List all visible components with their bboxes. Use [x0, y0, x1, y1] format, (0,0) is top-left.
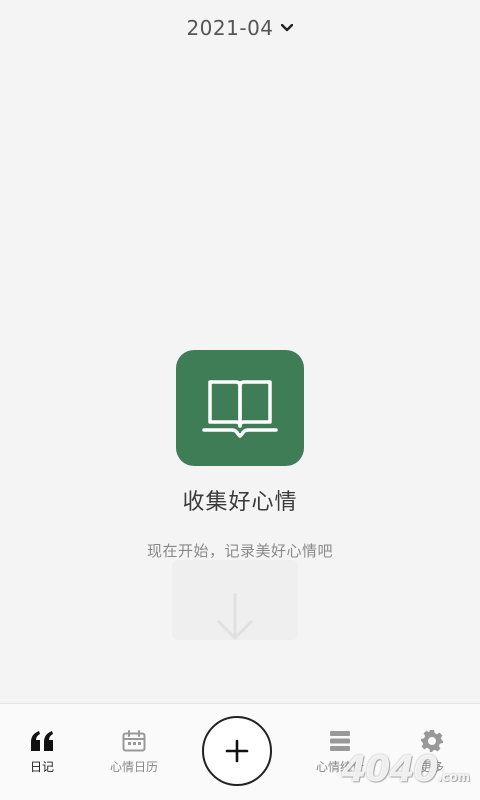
- site-watermark: 4040.com: [341, 749, 470, 790]
- calendar-icon: [94, 728, 174, 754]
- nav-label: 日记: [29, 760, 54, 774]
- quote-icon: [2, 728, 82, 754]
- chevron-down-icon: [280, 21, 294, 35]
- month-label: 2021-04: [186, 16, 274, 40]
- book-icon: [176, 350, 304, 466]
- empty-subtitle: 现在开始，记录美好心情吧: [146, 542, 333, 560]
- month-selector[interactable]: 2021-04: [0, 16, 480, 40]
- add-entry-button[interactable]: [202, 716, 272, 786]
- nav-item-diary[interactable]: 日记: [2, 728, 82, 775]
- plus-icon: [225, 739, 249, 763]
- arrow-down-icon: [172, 560, 298, 640]
- watermark-text: 4040: [341, 749, 438, 790]
- nav-label: 心情日历: [109, 760, 158, 774]
- nav-item-mood-calendar[interactable]: 心情日历: [94, 728, 174, 775]
- empty-state: 收集好心情 现在开始，记录美好心情吧: [0, 350, 480, 561]
- empty-title: 收集好心情: [182, 490, 298, 515]
- watermark-suffix: .com: [437, 770, 470, 784]
